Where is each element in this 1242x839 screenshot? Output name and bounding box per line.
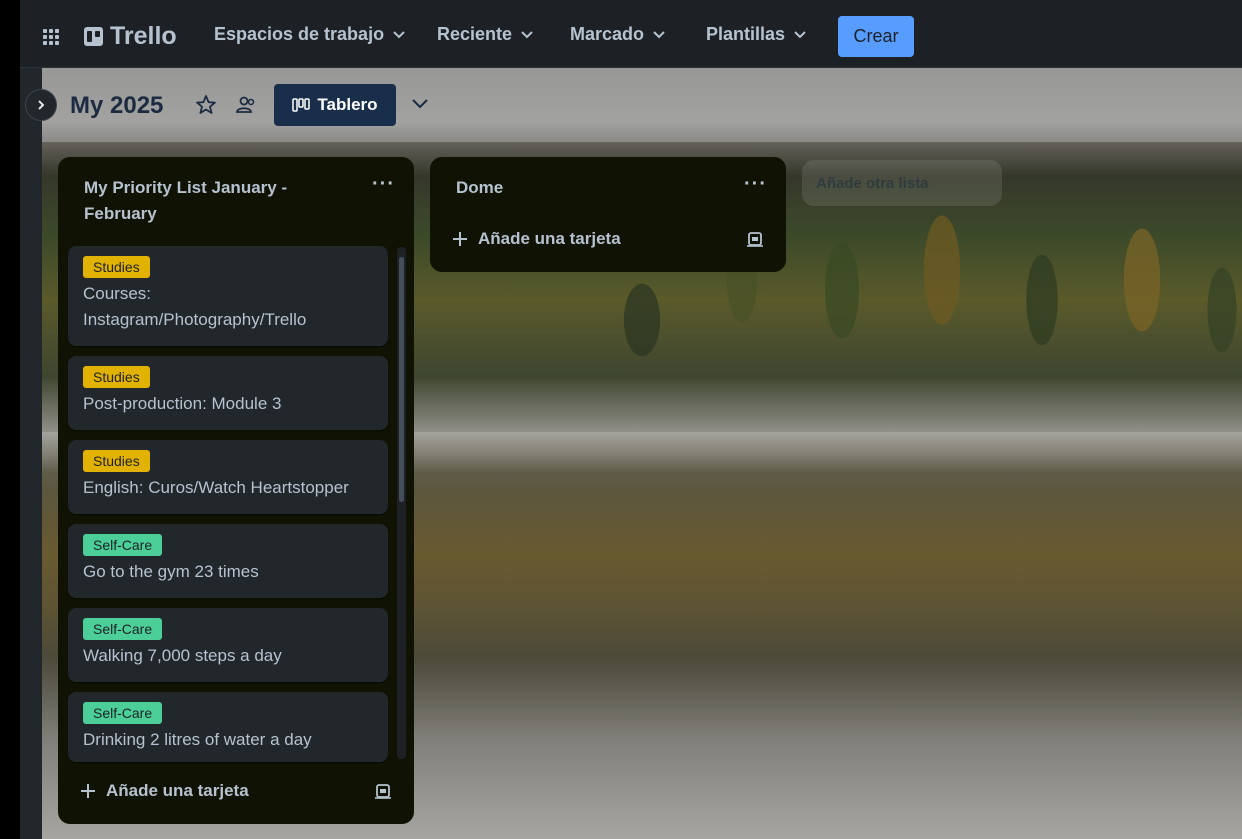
trello-app: Trello Espacios de trabajo Reciente Marc… bbox=[20, 0, 1242, 839]
list-scrollbar[interactable] bbox=[397, 247, 406, 759]
scrollbar-thumb[interactable] bbox=[399, 257, 404, 502]
board-title[interactable]: My 2025 bbox=[70, 92, 163, 120]
list-title[interactable]: Dome bbox=[456, 175, 503, 201]
list-item[interactable]: Self-Care Go to the gym 23 times bbox=[68, 524, 388, 598]
menu-starred-label: Marcado bbox=[570, 24, 645, 44]
chevron-down-icon bbox=[393, 30, 405, 38]
plus-icon bbox=[453, 232, 467, 246]
add-card-label: Añade una tarjeta bbox=[106, 781, 249, 800]
card-title: Go to the gym 23 times bbox=[83, 562, 259, 581]
menu-recent[interactable]: Reciente bbox=[437, 24, 534, 45]
card-label[interactable]: Studies bbox=[83, 366, 150, 388]
plus-icon bbox=[81, 784, 95, 798]
add-card-button[interactable]: Añade una tarjeta bbox=[452, 229, 621, 249]
list-item[interactable]: Studies Post-production: Module 3 bbox=[68, 356, 388, 430]
list-menu-button[interactable]: ··· bbox=[744, 173, 767, 196]
app-switcher-icon[interactable] bbox=[42, 28, 60, 46]
trello-logo[interactable]: Trello bbox=[84, 22, 177, 51]
trello-logo-icon bbox=[84, 27, 103, 46]
board-view-label: Tablero bbox=[317, 95, 378, 114]
chevron-down-icon[interactable] bbox=[410, 96, 430, 112]
card-title: Courses: Instagram/Photography/Trello bbox=[83, 284, 307, 329]
card-label[interactable]: Self-Care bbox=[83, 618, 163, 640]
card-title: Walking 7,000 steps a day bbox=[83, 646, 282, 665]
expand-sidebar-button[interactable] bbox=[25, 89, 57, 121]
board-view-button[interactable]: Tablero bbox=[274, 84, 396, 126]
create-button[interactable]: Crear bbox=[838, 16, 914, 57]
top-navigation-bar: Trello Espacios de trabajo Reciente Marc… bbox=[20, 0, 1242, 68]
chevron-right-icon bbox=[38, 100, 45, 110]
list-item[interactable]: Self-Care Drinking 2 litres of water a d… bbox=[68, 692, 388, 762]
card-template-icon[interactable] bbox=[374, 784, 392, 800]
collapsed-sidebar bbox=[20, 68, 42, 839]
add-card-button[interactable]: Añade una tarjeta bbox=[80, 781, 249, 801]
board-header bbox=[42, 68, 1242, 142]
list-priority: My Priority List January - February ··· … bbox=[58, 157, 414, 824]
list-title[interactable]: My Priority List January - February bbox=[84, 175, 334, 227]
list-item[interactable]: Studies English: Curos/Watch Heartstoppe… bbox=[68, 440, 388, 514]
board-view-icon bbox=[292, 98, 311, 112]
list-menu-button[interactable]: ··· bbox=[372, 173, 395, 196]
list-item[interactable]: Self-Care Walking 7,000 steps a day bbox=[68, 608, 388, 682]
add-card-label: Añade una tarjeta bbox=[478, 229, 621, 248]
list-dome: Dome ··· Añade una tarjeta bbox=[430, 157, 786, 272]
menu-workspaces-label: Espacios de trabajo bbox=[214, 24, 385, 44]
menu-recent-label: Reciente bbox=[437, 24, 513, 44]
card-label[interactable]: Studies bbox=[83, 450, 150, 472]
menu-templates-label: Plantillas bbox=[706, 24, 786, 44]
card-title: Drinking 2 litres of water a day bbox=[83, 730, 312, 749]
chevron-down-icon bbox=[794, 30, 806, 38]
menu-templates[interactable]: Plantillas bbox=[706, 24, 807, 45]
workspace-visibility-icon[interactable] bbox=[235, 94, 257, 116]
card-label[interactable]: Self-Care bbox=[83, 534, 163, 556]
card-title: Post-production: Module 3 bbox=[83, 394, 282, 413]
trello-logo-text: Trello bbox=[110, 22, 177, 50]
chevron-down-icon bbox=[653, 30, 665, 38]
menu-starred[interactable]: Marcado bbox=[570, 24, 666, 45]
menu-workspaces[interactable]: Espacios de trabajo bbox=[214, 24, 406, 45]
card-label[interactable]: Self-Care bbox=[83, 702, 163, 724]
add-list-button[interactable]: Añade otra lista bbox=[802, 160, 1002, 206]
star-icon[interactable] bbox=[195, 94, 217, 116]
card-template-icon[interactable] bbox=[746, 232, 764, 248]
list-item[interactable]: Studies Courses: Instagram/Photography/T… bbox=[68, 246, 388, 346]
chevron-down-icon bbox=[521, 30, 533, 38]
card-title: English: Curos/Watch Heartstopper bbox=[83, 478, 349, 497]
add-list-label: Añade otra lista bbox=[816, 174, 929, 192]
card-label[interactable]: Studies bbox=[83, 256, 150, 278]
